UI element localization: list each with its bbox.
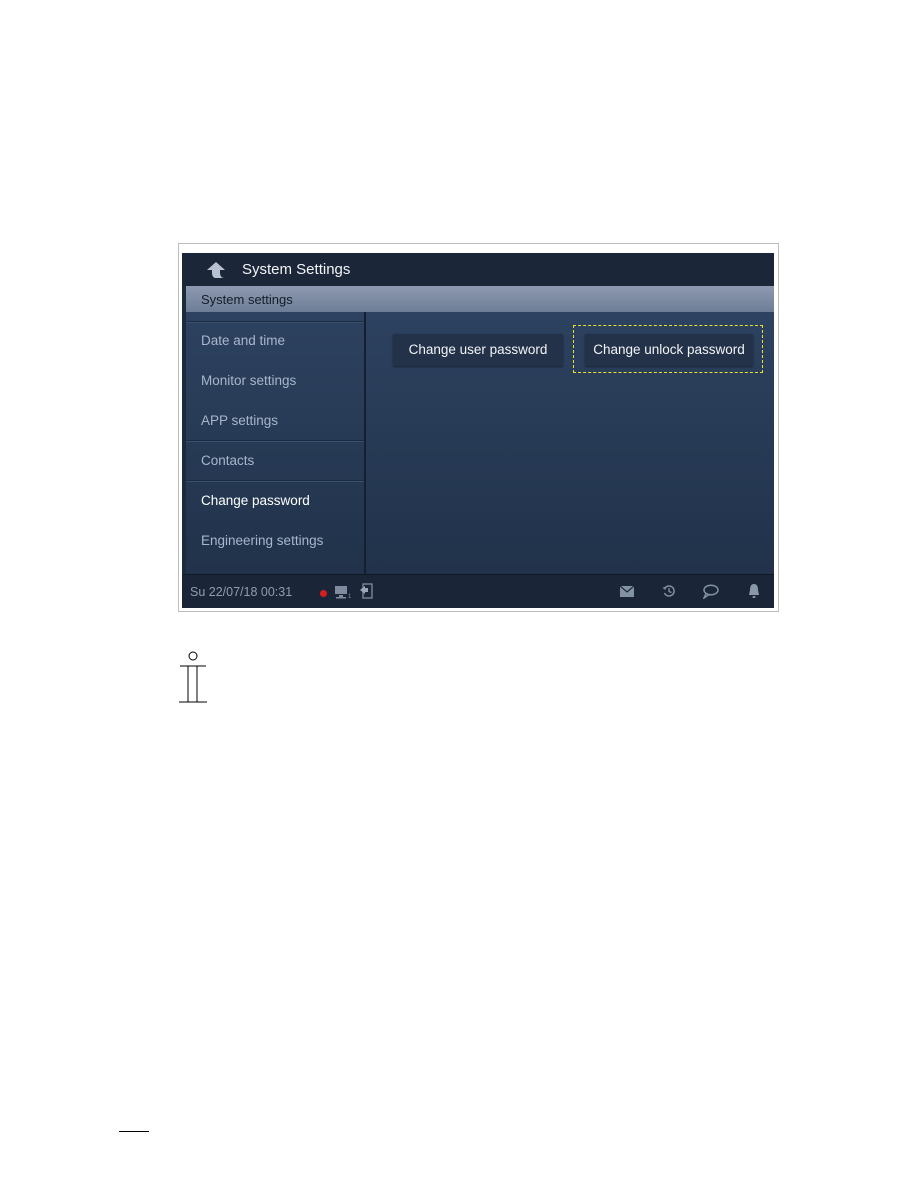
section-header: System settings [186, 286, 774, 312]
sidebar: Date and time Monitor settings APP setti… [186, 312, 366, 574]
sidebar-item-label: Monitor settings [201, 373, 297, 388]
status-datetime: Su 22/07/18 00:31 [190, 585, 293, 599]
status-dot-icon [320, 590, 327, 597]
chat-icon[interactable] [702, 584, 719, 599]
page-title: System Settings [242, 261, 351, 278]
sidebar-item-change-password[interactable]: Change password [186, 482, 364, 521]
sidebar-item-label: Date and time [201, 333, 286, 348]
sidebar-item-app-settings[interactable]: APP settings [186, 402, 364, 441]
section-header-text: System settings [201, 292, 293, 307]
monitor-icon[interactable]: 1 [334, 585, 352, 599]
svg-text:1: 1 [348, 594, 352, 599]
sidebar-item-label: APP settings [201, 413, 279, 428]
screenshot-frame: System Settings System settings Date and… [178, 243, 779, 612]
change-user-password-button[interactable]: Change user password [393, 334, 563, 366]
back-arrow-icon[interactable] [206, 261, 226, 279]
status-bar: Su 22/07/18 00:31 1 [182, 574, 774, 608]
title-bar: System Settings [182, 253, 774, 286]
sidebar-item-engineering-settings[interactable]: Engineering settings [186, 522, 364, 561]
bell-icon[interactable] [748, 583, 760, 599]
sidebar-item-monitor-settings[interactable]: Monitor settings [186, 362, 364, 401]
exit-door-icon[interactable] [359, 583, 373, 599]
sidebar-item-date-and-time[interactable]: Date and time [186, 322, 364, 361]
device-screen: System Settings System settings Date and… [182, 253, 774, 608]
sidebar-item-contacts[interactable]: Contacts [186, 442, 364, 481]
history-icon[interactable] [662, 584, 676, 598]
sidebar-item-label: Engineering settings [201, 533, 324, 548]
sidebar-item-label: Change password [201, 493, 310, 508]
sidebar-item-label: Contacts [201, 453, 255, 468]
info-icon [179, 651, 207, 703]
change-unlock-password-button[interactable]: Change unlock password [585, 334, 753, 366]
page-footer-rule [119, 1131, 149, 1132]
content-area: Date and time Monitor settings APP setti… [186, 312, 774, 574]
mail-icon[interactable] [620, 586, 634, 597]
